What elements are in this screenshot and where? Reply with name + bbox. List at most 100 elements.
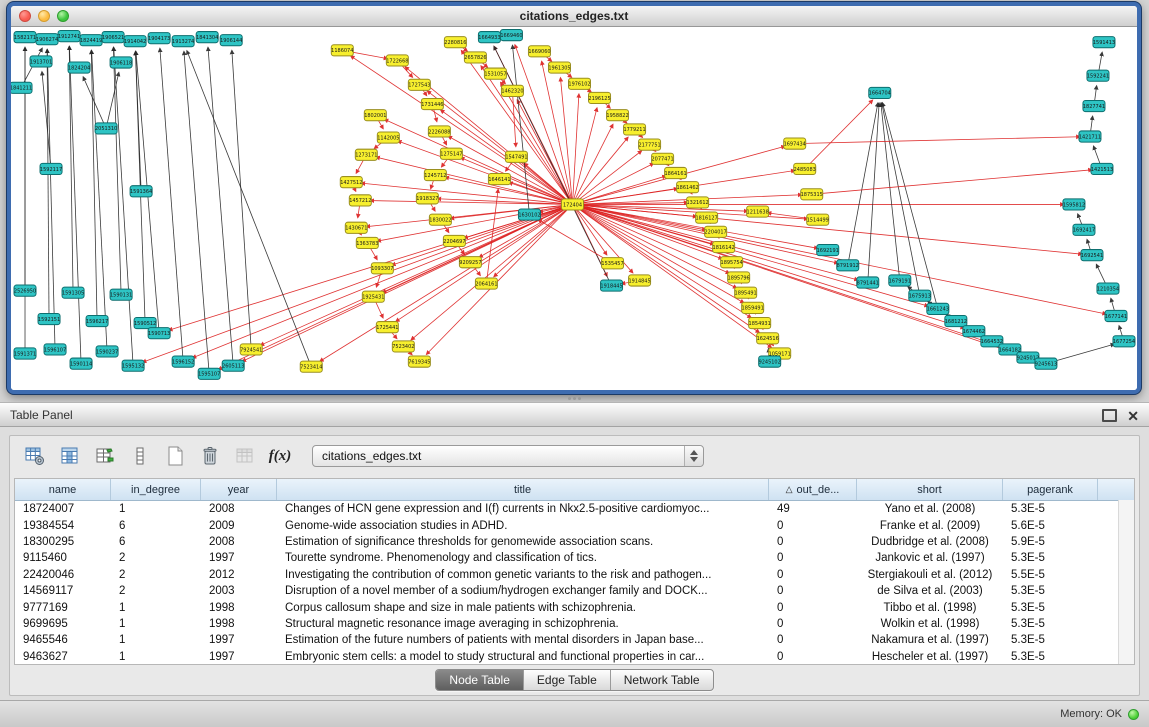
graph-node[interactable]: 1590237 — [96, 346, 118, 357]
graph-node[interactable]: 7619345 — [408, 356, 430, 367]
citation-edge[interactable] — [868, 103, 879, 282]
graph-node[interactable]: 1514499 — [807, 214, 829, 225]
graph-node[interactable]: 1906118 — [110, 57, 132, 68]
citation-edge-highlighted[interactable] — [448, 136, 572, 204]
graph-node[interactable]: 1895796 — [728, 272, 750, 283]
graph-node[interactable]: 1669060 — [528, 46, 550, 57]
graph-node[interactable]: 1421513 — [1091, 163, 1113, 174]
citation-edge[interactable] — [882, 103, 920, 296]
graph-node[interactable]: 2526950 — [14, 285, 36, 296]
graph-node[interactable]: 1582171 — [14, 32, 36, 43]
panel-divider-handle[interactable] — [567, 395, 581, 401]
graph-node[interactable]: 1961305 — [548, 62, 570, 73]
graph-node[interactable]: 2657826 — [464, 52, 486, 63]
graph-node[interactable]: 1779211 — [623, 124, 645, 135]
graph-node[interactable]: 2196125 — [588, 92, 610, 103]
table-row[interactable]: 946362711997Embryonic stem cells: a mode… — [15, 649, 1134, 664]
graph-node[interactable]: 2177751 — [638, 139, 660, 150]
graph-node[interactable]: 1462320 — [501, 85, 523, 96]
table-row[interactable]: 2242004622012Investigating the contribut… — [15, 567, 1134, 583]
graph-node[interactable]: 1595107 — [198, 368, 220, 379]
graph-node[interactable]: 1681212 — [945, 315, 967, 326]
graph-node[interactable]: 1679191 — [889, 275, 911, 286]
graph-node[interactable]: 1592241 — [1087, 70, 1109, 81]
table-row[interactable]: 977716911998Corpus callosum shape and si… — [15, 599, 1134, 615]
graph-node[interactable]: 2280816 — [444, 37, 466, 48]
select-columns-button[interactable] — [57, 443, 83, 469]
citation-edge-highlighted[interactable] — [805, 100, 873, 169]
graph-node[interactable]: 1421711 — [1079, 131, 1101, 142]
tab-network-table[interactable]: Network Table — [611, 670, 713, 690]
graph-node[interactable]: 1976102 — [568, 78, 590, 89]
graph-node[interactable]: 1861462 — [677, 182, 699, 193]
graph-node[interactable]: 7523402 — [392, 341, 414, 352]
graph-node[interactable]: 1913274 — [172, 36, 194, 47]
graph-node[interactable]: 1906274 — [36, 34, 58, 45]
graph-node[interactable]: 9209257 — [459, 257, 481, 268]
graph-node[interactable]: 1875315 — [801, 189, 823, 200]
create-column-button[interactable] — [92, 443, 118, 469]
graph-node[interactable]: 1859491 — [742, 302, 764, 313]
delete-table-button[interactable] — [197, 443, 223, 469]
citation-edge-highlighted[interactable] — [242, 204, 572, 361]
tab-edge-table[interactable]: Edge Table — [524, 670, 611, 690]
graph-node[interactable]: 2204697 — [443, 235, 465, 246]
graph-node[interactable]: 1093307 — [371, 263, 393, 274]
citation-edge[interactable] — [114, 47, 133, 365]
graph-node[interactable]: 1692417 — [1073, 224, 1095, 235]
citation-edge-highlighted[interactable] — [572, 124, 612, 204]
citation-edge-highlighted[interactable] — [396, 204, 573, 321]
graph-node[interactable]: 1918327 — [416, 193, 438, 204]
graph-node[interactable]: 1630102 — [518, 209, 540, 220]
graph-node[interactable]: 1692541 — [1081, 250, 1103, 261]
table-row[interactable]: 911546021997Tourette syndrome. Phenomeno… — [15, 550, 1134, 566]
citation-edge-highlighted[interactable] — [260, 204, 572, 345]
graph-node[interactable]: 2051310 — [95, 123, 117, 134]
citation-edge[interactable] — [83, 77, 106, 129]
network-view-canvas[interactable]: 1724041186074172266817275431731446180200… — [11, 27, 1137, 390]
graph-node[interactable]: 1457212 — [349, 195, 371, 206]
graph-node[interactable]: 1841211 — [11, 82, 32, 93]
graph-node[interactable]: 1918445 — [600, 280, 622, 291]
graph-node[interactable]: 1912741 — [58, 31, 80, 42]
citation-edge-highlighted[interactable] — [501, 82, 573, 204]
graph-node[interactable]: 1596107 — [44, 344, 66, 355]
graph-node[interactable]: 1321612 — [687, 197, 709, 208]
graph-node[interactable]: 2605113 — [222, 360, 244, 371]
graph-node[interactable]: 1904173 — [148, 33, 170, 44]
graph-node[interactable]: 1591371 — [14, 348, 36, 359]
graph-node[interactable]: 2226088 — [428, 126, 450, 137]
graph-node[interactable]: 1925431 — [362, 291, 384, 302]
graph-node[interactable]: 1816127 — [696, 212, 718, 223]
graph-node[interactable]: 7523414 — [300, 361, 322, 372]
graph-node[interactable]: 8791912 — [837, 260, 859, 271]
graph-node[interactable]: 1824419 — [80, 35, 102, 46]
table-row[interactable]: 1872400712008Changes of HCN gene express… — [15, 501, 1134, 517]
graph-node[interactable]: 1913701 — [30, 56, 52, 67]
graph-node[interactable]: 1427512 — [340, 177, 362, 188]
citation-edge[interactable] — [92, 50, 107, 351]
graph-node[interactable]: 1591364 — [130, 186, 152, 197]
close-panel-icon[interactable]: ✕ — [1127, 409, 1139, 423]
graph-node[interactable]: 1675913 — [909, 290, 931, 301]
graph-node[interactable]: 1590713 — [148, 328, 170, 339]
graph-node[interactable]: 2064161 — [475, 278, 497, 289]
graph-node[interactable]: 1596152 — [172, 356, 194, 367]
citation-edge-highlighted[interactable] — [572, 176, 666, 205]
citation-edge[interactable] — [881, 103, 900, 281]
graph-node[interactable]: 1430671 — [345, 222, 367, 233]
import-table-button[interactable] — [232, 443, 258, 469]
memory-status-indicator[interactable] — [1128, 709, 1139, 720]
graph-node[interactable]: 2077471 — [651, 153, 673, 164]
graph-node[interactable]: 1841304 — [196, 32, 218, 43]
graph-node[interactable]: 1590114 — [70, 358, 92, 369]
citation-edge-highlighted[interactable] — [572, 151, 641, 205]
graph-node[interactable]: 1273171 — [355, 149, 377, 160]
float-panel-icon[interactable] — [1102, 409, 1117, 422]
graph-node[interactable]: 1590512 — [134, 318, 156, 329]
citation-edge[interactable] — [91, 50, 97, 321]
graph-node[interactable]: 8791441 — [857, 277, 879, 288]
citation-edge[interactable] — [494, 46, 612, 285]
zoom-window-button[interactable] — [57, 10, 69, 22]
citation-edge-highlighted[interactable] — [812, 170, 1092, 194]
